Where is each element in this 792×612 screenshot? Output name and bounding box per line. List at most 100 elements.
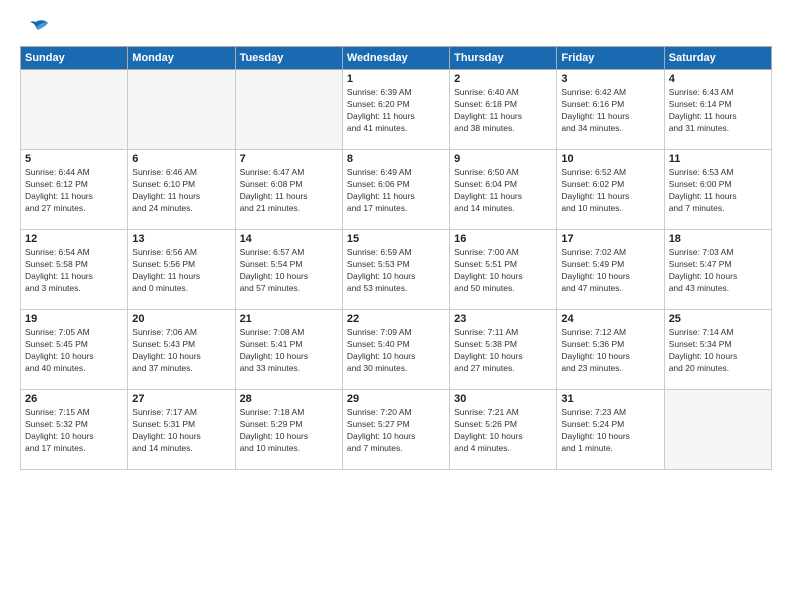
day-info: Sunrise: 7:05 AM Sunset: 5:45 PM Dayligh…: [25, 327, 123, 375]
weekday-header-wednesday: Wednesday: [342, 47, 449, 70]
page: SundayMondayTuesdayWednesdayThursdayFrid…: [0, 0, 792, 612]
day-number: 25: [669, 313, 767, 325]
day-info: Sunrise: 6:49 AM Sunset: 6:06 PM Dayligh…: [347, 167, 445, 215]
calendar-cell: 15 Sunrise: 6:59 AM Sunset: 5:53 PM Dayli…: [342, 230, 449, 310]
weekday-header-sunday: Sunday: [21, 47, 128, 70]
day-info: Sunrise: 7:09 AM Sunset: 5:40 PM Dayligh…: [347, 327, 445, 375]
calendar-week-row: 12 Sunrise: 6:54 AM Sunset: 5:58 PM Dayli…: [21, 230, 772, 310]
header: [20, 18, 772, 36]
day-info: Sunrise: 7:12 AM Sunset: 5:36 PM Dayligh…: [561, 327, 659, 375]
day-number: 15: [347, 233, 445, 245]
calendar-cell: 23 Sunrise: 7:11 AM Sunset: 5:38 PM Dayli…: [450, 310, 557, 390]
logo: [20, 18, 50, 36]
day-info: Sunrise: 6:57 AM Sunset: 5:54 PM Dayligh…: [240, 247, 338, 295]
calendar-cell: 17 Sunrise: 7:02 AM Sunset: 5:49 PM Dayli…: [557, 230, 664, 310]
day-number: 9: [454, 153, 552, 165]
day-info: Sunrise: 7:02 AM Sunset: 5:49 PM Dayligh…: [561, 247, 659, 295]
day-number: 11: [669, 153, 767, 165]
calendar-cell: 13 Sunrise: 6:56 AM Sunset: 5:56 PM Dayli…: [128, 230, 235, 310]
day-number: 12: [25, 233, 123, 245]
calendar-cell: 7 Sunrise: 6:47 AM Sunset: 6:08 PM Daylig…: [235, 150, 342, 230]
calendar-cell: [128, 70, 235, 150]
calendar-cell: 28 Sunrise: 7:18 AM Sunset: 5:29 PM Dayli…: [235, 390, 342, 470]
day-number: 18: [669, 233, 767, 245]
day-number: 23: [454, 313, 552, 325]
weekday-header-tuesday: Tuesday: [235, 47, 342, 70]
day-number: 21: [240, 313, 338, 325]
day-number: 26: [25, 393, 123, 405]
calendar-cell: 4 Sunrise: 6:43 AM Sunset: 6:14 PM Daylig…: [664, 70, 771, 150]
weekday-header-saturday: Saturday: [664, 47, 771, 70]
day-info: Sunrise: 7:15 AM Sunset: 5:32 PM Dayligh…: [25, 407, 123, 455]
day-info: Sunrise: 6:42 AM Sunset: 6:16 PM Dayligh…: [561, 87, 659, 135]
day-info: Sunrise: 7:08 AM Sunset: 5:41 PM Dayligh…: [240, 327, 338, 375]
day-number: 30: [454, 393, 552, 405]
calendar-cell: 9 Sunrise: 6:50 AM Sunset: 6:04 PM Daylig…: [450, 150, 557, 230]
calendar-cell: 12 Sunrise: 6:54 AM Sunset: 5:58 PM Dayli…: [21, 230, 128, 310]
calendar-cell: 24Sunrise: 7:12 AM Sunset: 5:36 PM Dayli…: [557, 310, 664, 390]
calendar-cell: 20Sunrise: 7:06 AM Sunset: 5:43 PM Dayli…: [128, 310, 235, 390]
day-info: Sunrise: 6:46 AM Sunset: 6:10 PM Dayligh…: [132, 167, 230, 215]
day-info: Sunrise: 6:59 AM Sunset: 5:53 PM Dayligh…: [347, 247, 445, 295]
calendar-cell: 22 Sunrise: 7:09 AM Sunset: 5:40 PM Dayli…: [342, 310, 449, 390]
logo-bird-icon: [22, 18, 50, 40]
calendar-cell: 26 Sunrise: 7:15 AM Sunset: 5:32 PM Dayli…: [21, 390, 128, 470]
day-info: Sunrise: 6:47 AM Sunset: 6:08 PM Dayligh…: [240, 167, 338, 215]
calendar-cell: 30 Sunrise: 7:21 AM Sunset: 5:26 PM Dayli…: [450, 390, 557, 470]
day-info: Sunrise: 7:06 AM Sunset: 5:43 PM Dayligh…: [132, 327, 230, 375]
calendar-week-row: 5 Sunrise: 6:44 AM Sunset: 6:12 PM Daylig…: [21, 150, 772, 230]
calendar-week-row: 19 Sunrise: 7:05 AM Sunset: 5:45 PM Dayli…: [21, 310, 772, 390]
day-info: Sunrise: 7:21 AM Sunset: 5:26 PM Dayligh…: [454, 407, 552, 455]
calendar-week-row: 1Sunrise: 6:39 AM Sunset: 6:20 PM Daylig…: [21, 70, 772, 150]
calendar-cell: 14 Sunrise: 6:57 AM Sunset: 5:54 PM Dayli…: [235, 230, 342, 310]
day-number: 7: [240, 153, 338, 165]
day-number: 17: [561, 233, 659, 245]
weekday-header-thursday: Thursday: [450, 47, 557, 70]
day-number: 10: [561, 153, 659, 165]
day-info: Sunrise: 6:53 AM Sunset: 6:00 PM Dayligh…: [669, 167, 767, 215]
day-info: Sunrise: 7:14 AM Sunset: 5:34 PM Dayligh…: [669, 327, 767, 375]
calendar-cell: [235, 70, 342, 150]
calendar-cell: 18 Sunrise: 7:03 AM Sunset: 5:47 PM Dayli…: [664, 230, 771, 310]
day-number: 3: [561, 73, 659, 85]
calendar-cell: [664, 390, 771, 470]
day-info: Sunrise: 7:11 AM Sunset: 5:38 PM Dayligh…: [454, 327, 552, 375]
weekday-header-row: SundayMondayTuesdayWednesdayThursdayFrid…: [21, 47, 772, 70]
weekday-header-friday: Friday: [557, 47, 664, 70]
day-number: 19: [25, 313, 123, 325]
day-number: 27: [132, 393, 230, 405]
calendar-cell: 21 Sunrise: 7:08 AM Sunset: 5:41 PM Dayli…: [235, 310, 342, 390]
day-info: Sunrise: 7:00 AM Sunset: 5:51 PM Dayligh…: [454, 247, 552, 295]
calendar-cell: 3 Sunrise: 6:42 AM Sunset: 6:16 PM Daylig…: [557, 70, 664, 150]
day-number: 28: [240, 393, 338, 405]
day-number: 22: [347, 313, 445, 325]
day-number: 5: [25, 153, 123, 165]
day-info: Sunrise: 6:43 AM Sunset: 6:14 PM Dayligh…: [669, 87, 767, 135]
day-info: Sunrise: 7:23 AM Sunset: 5:24 PM Dayligh…: [561, 407, 659, 455]
day-number: 4: [669, 73, 767, 85]
calendar-table: SundayMondayTuesdayWednesdayThursdayFrid…: [20, 46, 772, 470]
day-info: Sunrise: 7:03 AM Sunset: 5:47 PM Dayligh…: [669, 247, 767, 295]
day-info: Sunrise: 6:56 AM Sunset: 5:56 PM Dayligh…: [132, 247, 230, 295]
day-info: Sunrise: 6:52 AM Sunset: 6:02 PM Dayligh…: [561, 167, 659, 215]
calendar-cell: 27Sunrise: 7:17 AM Sunset: 5:31 PM Dayli…: [128, 390, 235, 470]
day-info: Sunrise: 6:39 AM Sunset: 6:20 PM Dayligh…: [347, 87, 445, 135]
calendar-week-row: 26 Sunrise: 7:15 AM Sunset: 5:32 PM Dayli…: [21, 390, 772, 470]
calendar-cell: 2 Sunrise: 6:40 AM Sunset: 6:18 PM Daylig…: [450, 70, 557, 150]
calendar-cell: 1Sunrise: 6:39 AM Sunset: 6:20 PM Daylig…: [342, 70, 449, 150]
day-info: Sunrise: 6:50 AM Sunset: 6:04 PM Dayligh…: [454, 167, 552, 215]
day-number: 14: [240, 233, 338, 245]
day-info: Sunrise: 6:40 AM Sunset: 6:18 PM Dayligh…: [454, 87, 552, 135]
day-number: 13: [132, 233, 230, 245]
day-number: 16: [454, 233, 552, 245]
day-number: 8: [347, 153, 445, 165]
day-info: Sunrise: 6:54 AM Sunset: 5:58 PM Dayligh…: [25, 247, 123, 295]
calendar-cell: 10 Sunrise: 6:52 AM Sunset: 6:02 PM Dayli…: [557, 150, 664, 230]
calendar-cell: 19 Sunrise: 7:05 AM Sunset: 5:45 PM Dayli…: [21, 310, 128, 390]
calendar-cell: 29Sunrise: 7:20 AM Sunset: 5:27 PM Dayli…: [342, 390, 449, 470]
calendar-cell: 16 Sunrise: 7:00 AM Sunset: 5:51 PM Dayli…: [450, 230, 557, 310]
day-number: 2: [454, 73, 552, 85]
weekday-header-monday: Monday: [128, 47, 235, 70]
day-info: Sunrise: 7:18 AM Sunset: 5:29 PM Dayligh…: [240, 407, 338, 455]
day-info: Sunrise: 6:44 AM Sunset: 6:12 PM Dayligh…: [25, 167, 123, 215]
